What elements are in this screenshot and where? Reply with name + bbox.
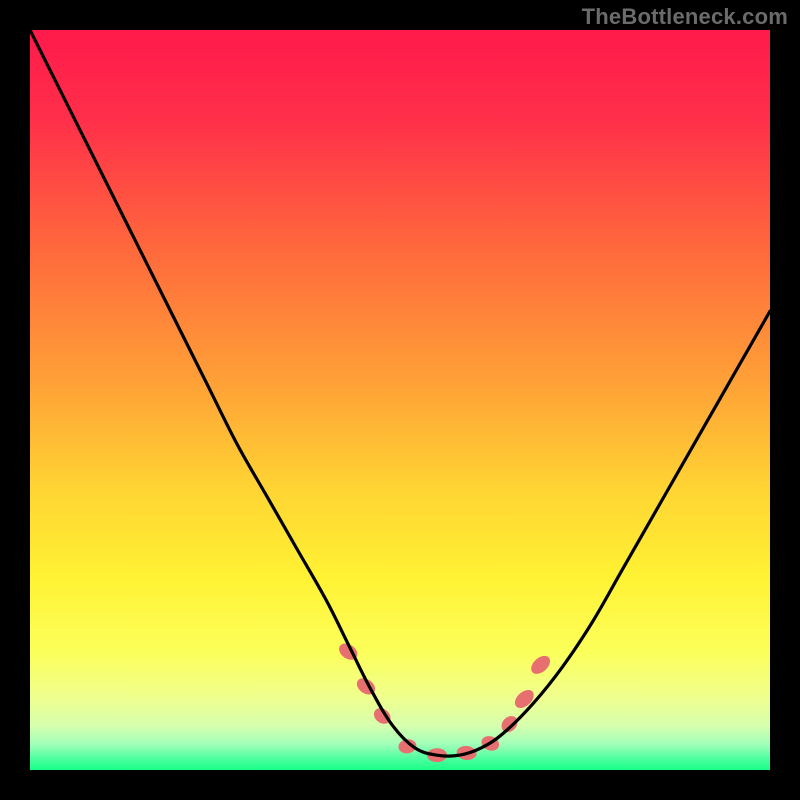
plot-area: [30, 30, 770, 770]
marker-dot: [498, 713, 520, 736]
marker-dot: [528, 652, 554, 677]
marker-dots: [336, 640, 553, 762]
chart-frame: TheBottleneck.com: [0, 0, 800, 800]
curve-layer: [30, 30, 770, 770]
watermark-text: TheBottleneck.com: [582, 4, 788, 30]
marker-dot: [511, 686, 537, 711]
bottleneck-curve: [30, 30, 770, 756]
